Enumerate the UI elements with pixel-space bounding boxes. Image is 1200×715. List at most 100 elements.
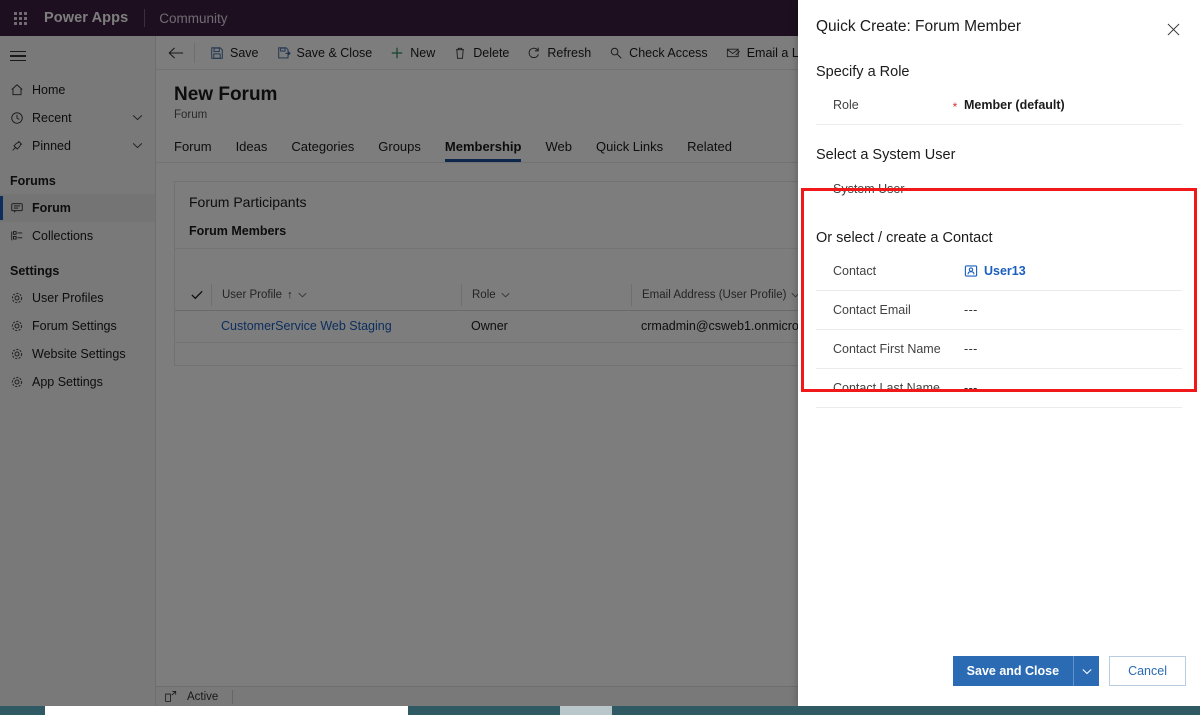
- sidebar-item-forum[interactable]: Forum: [0, 194, 155, 222]
- cell-role: Owner: [471, 319, 508, 334]
- sidebar-item-home[interactable]: Home: [0, 76, 155, 104]
- save-button[interactable]: Save: [201, 38, 268, 68]
- back-arrow-icon[interactable]: [160, 37, 192, 69]
- chevron-down-icon[interactable]: [501, 291, 510, 300]
- tab-label: Related: [687, 138, 732, 154]
- tab-label: Groups: [378, 138, 421, 154]
- taskbar-segment: [560, 706, 612, 715]
- field-value-role[interactable]: Member (default): [964, 98, 1182, 112]
- tab-label: Ideas: [235, 138, 268, 154]
- hamburger-icon[interactable]: [0, 36, 155, 76]
- field-value-contact-email[interactable]: ---: [964, 303, 1182, 317]
- select-all-checkmark-icon[interactable]: [183, 290, 211, 300]
- tab-ideas[interactable]: Ideas: [224, 139, 280, 162]
- tab-label: Forum: [174, 138, 212, 154]
- sidebar-group-settings: Settings: [10, 264, 60, 278]
- save-and-close-button[interactable]: Save and Close: [952, 656, 1074, 686]
- panel-header: Quick Create: Forum Member: [798, 0, 1200, 42]
- field-value-system-user[interactable]: ---: [964, 182, 1182, 196]
- refresh-button[interactable]: Refresh: [518, 38, 600, 68]
- sidebar-item-label: Website Settings: [32, 347, 126, 361]
- collections-icon: [10, 229, 32, 243]
- tab-quick-links[interactable]: Quick Links: [584, 139, 675, 162]
- command-label: Save & Close: [296, 45, 373, 60]
- pin-icon: [10, 139, 32, 153]
- tab-related[interactable]: Related: [675, 139, 744, 162]
- command-label: Check Access: [629, 45, 708, 60]
- environment-name[interactable]: Community: [159, 11, 227, 26]
- app-root: Power Apps Community Home Recent Pinned …: [0, 0, 1200, 715]
- contact-lookup-value[interactable]: User13: [984, 264, 1026, 278]
- panel-body: Specify a Role Role * Member (default) S…: [798, 42, 1200, 656]
- sidebar-item-label: Home: [32, 83, 66, 97]
- sidebar-item-forum-settings[interactable]: Forum Settings: [0, 312, 155, 340]
- section-title-select-create-contact: Or select / create a Contact: [816, 230, 993, 246]
- tab-label: Web: [545, 138, 572, 154]
- sidebar-item-website-settings[interactable]: Website Settings: [0, 340, 155, 368]
- panel-footer: Save and Close Cancel: [798, 656, 1200, 706]
- gear-icon: [10, 347, 32, 361]
- field-label: Contact Email: [833, 303, 911, 317]
- sidebar-item-collections[interactable]: Collections: [0, 222, 155, 250]
- cancel-button[interactable]: Cancel: [1109, 656, 1186, 686]
- tab-web[interactable]: Web: [533, 139, 584, 162]
- field-label: Contact Last Name: [833, 381, 940, 395]
- sidebar-item-label: Collections: [32, 229, 94, 243]
- gear-icon: [10, 319, 32, 333]
- required-spacer: [946, 387, 964, 390]
- taskbar-segment: [0, 706, 45, 715]
- header-divider: [144, 9, 146, 27]
- chevron-down-icon[interactable]: [298, 291, 307, 300]
- field-row-contact: Contact User13: [816, 252, 1182, 291]
- column-header-user-profile[interactable]: User Profile ↑: [211, 284, 461, 307]
- gear-icon: [10, 375, 32, 389]
- required-spacer: [946, 348, 964, 351]
- chevron-down-icon[interactable]: [132, 113, 147, 123]
- tab-groups[interactable]: Groups: [366, 139, 433, 162]
- sidebar-item-pinned[interactable]: Pinned: [0, 132, 155, 160]
- sidebar-item-app-settings[interactable]: App Settings: [0, 368, 155, 396]
- section-title-select-system-user: Select a System User: [816, 147, 956, 163]
- save-and-close-split-button: Save and Close: [952, 656, 1100, 686]
- open-in-new-icon[interactable]: [156, 690, 187, 703]
- command-label: Save: [230, 45, 259, 60]
- chevron-down-icon[interactable]: [132, 141, 147, 151]
- tab-categories[interactable]: Categories: [279, 139, 366, 162]
- check-access-button[interactable]: Check Access: [600, 38, 717, 68]
- command-divider: [194, 42, 195, 63]
- column-label: User Profile: [222, 289, 283, 302]
- tab-forum[interactable]: Forum: [174, 139, 224, 162]
- sidebar-item-label: Forum Settings: [32, 319, 117, 333]
- field-row-system-user: System User ---: [816, 169, 1182, 208]
- delete-button[interactable]: Delete: [444, 38, 518, 68]
- sidebar-item-label: Forum: [32, 201, 71, 215]
- sidebar-item-recent[interactable]: Recent: [0, 104, 155, 132]
- panel-title: Quick Create: Forum Member: [816, 18, 1021, 35]
- taskbar-segment: [45, 706, 408, 715]
- sidebar-item-label: Recent: [32, 111, 72, 125]
- field-value-contact[interactable]: User13: [964, 264, 1182, 278]
- field-value-contact-last-name[interactable]: ---: [964, 381, 1182, 395]
- app-brand[interactable]: Power Apps: [40, 10, 130, 26]
- os-taskbar: [0, 706, 1200, 715]
- tab-label: Quick Links: [595, 138, 664, 154]
- save-and-close-button[interactable]: Save & Close: [268, 38, 382, 68]
- field-label: Role: [833, 98, 859, 112]
- chevron-down-icon[interactable]: [1073, 656, 1100, 686]
- waffle-grid-icon[interactable]: [0, 0, 40, 36]
- new-button[interactable]: New: [381, 38, 444, 68]
- column-header-role[interactable]: Role: [461, 284, 631, 307]
- field-label: System User: [833, 181, 905, 196]
- forum-icon: [10, 201, 32, 215]
- cell-user-profile[interactable]: CustomerService Web Staging: [211, 319, 461, 333]
- gear-icon: [10, 291, 32, 305]
- field-label: Contact: [833, 264, 877, 278]
- close-icon[interactable]: [1160, 16, 1186, 42]
- tab-membership[interactable]: Membership: [433, 139, 534, 162]
- sidebar-item-user-profiles[interactable]: User Profiles: [0, 284, 155, 312]
- sidebar-item-label: App Settings: [32, 375, 103, 389]
- sidebar-item-label: Pinned: [32, 139, 71, 153]
- field-value-contact-first-name[interactable]: ---: [964, 342, 1182, 356]
- required-spacer: [946, 270, 964, 273]
- field-row-contact-first-name: Contact First Name ---: [816, 330, 1182, 369]
